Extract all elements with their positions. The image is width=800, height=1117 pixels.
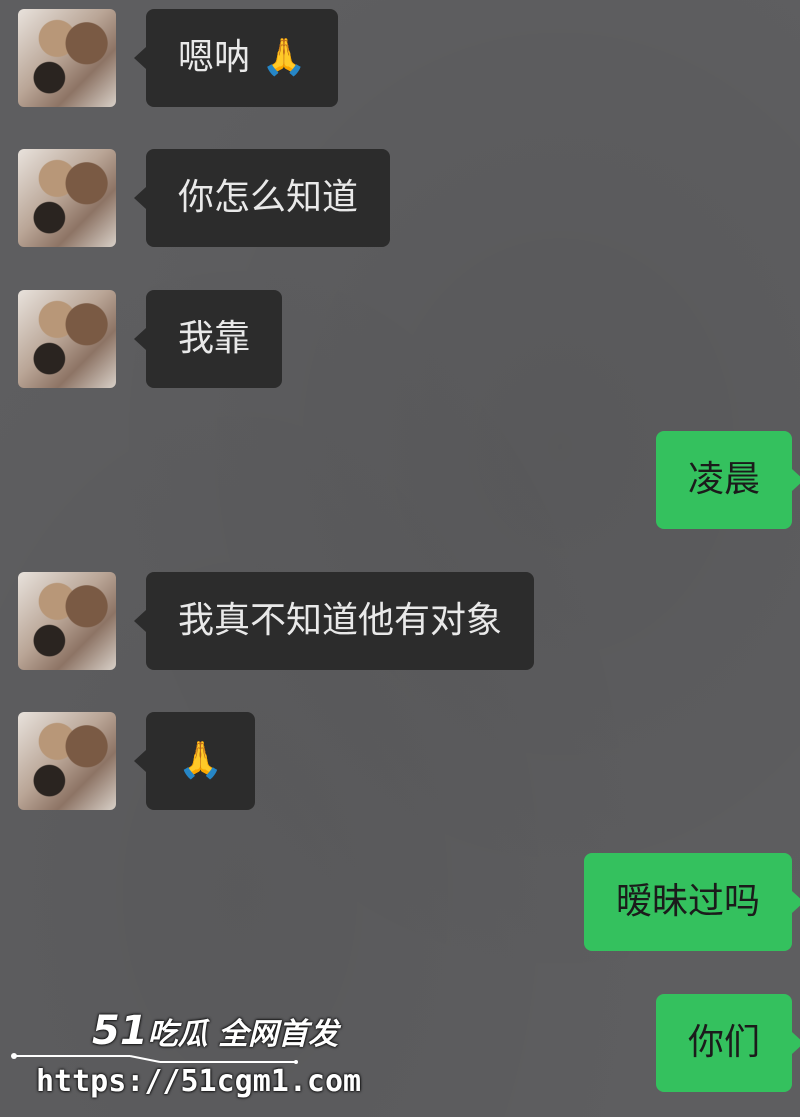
contact-avatar[interactable] [18,9,116,107]
watermark-url: https://51cgm1.com [36,1064,362,1099]
message-bubble[interactable]: 我靠 [133,290,283,388]
watermark-brand-text: 吃瓜 全网首发 [147,1017,339,1052]
contact-avatar[interactable] [18,712,116,810]
contact-avatar[interactable] [18,572,116,670]
message-bubble[interactable]: 🙏 [134,712,255,810]
message-bubble[interactable]: 你怎么知道 [133,149,391,247]
message-bubble[interactable]: 嗯呐 🙏 [133,9,339,107]
message-bubble[interactable]: 我真不知道他有对象 [133,572,535,670]
circuit-line-icon [11,1053,298,1064]
message-incoming: 嗯呐 🙏 [0,0,800,110]
message-bubble[interactable]: 凌晨 [655,431,800,529]
site-watermark: 51吃瓜 全网首发 https://51cgm1.com [10,1008,361,1108]
contact-avatar[interactable] [18,149,116,247]
contact-avatar[interactable] [18,290,116,388]
message-bubble[interactable]: 暧昧过吗 [583,853,800,951]
message-bubble[interactable]: 你们 [655,994,800,1092]
